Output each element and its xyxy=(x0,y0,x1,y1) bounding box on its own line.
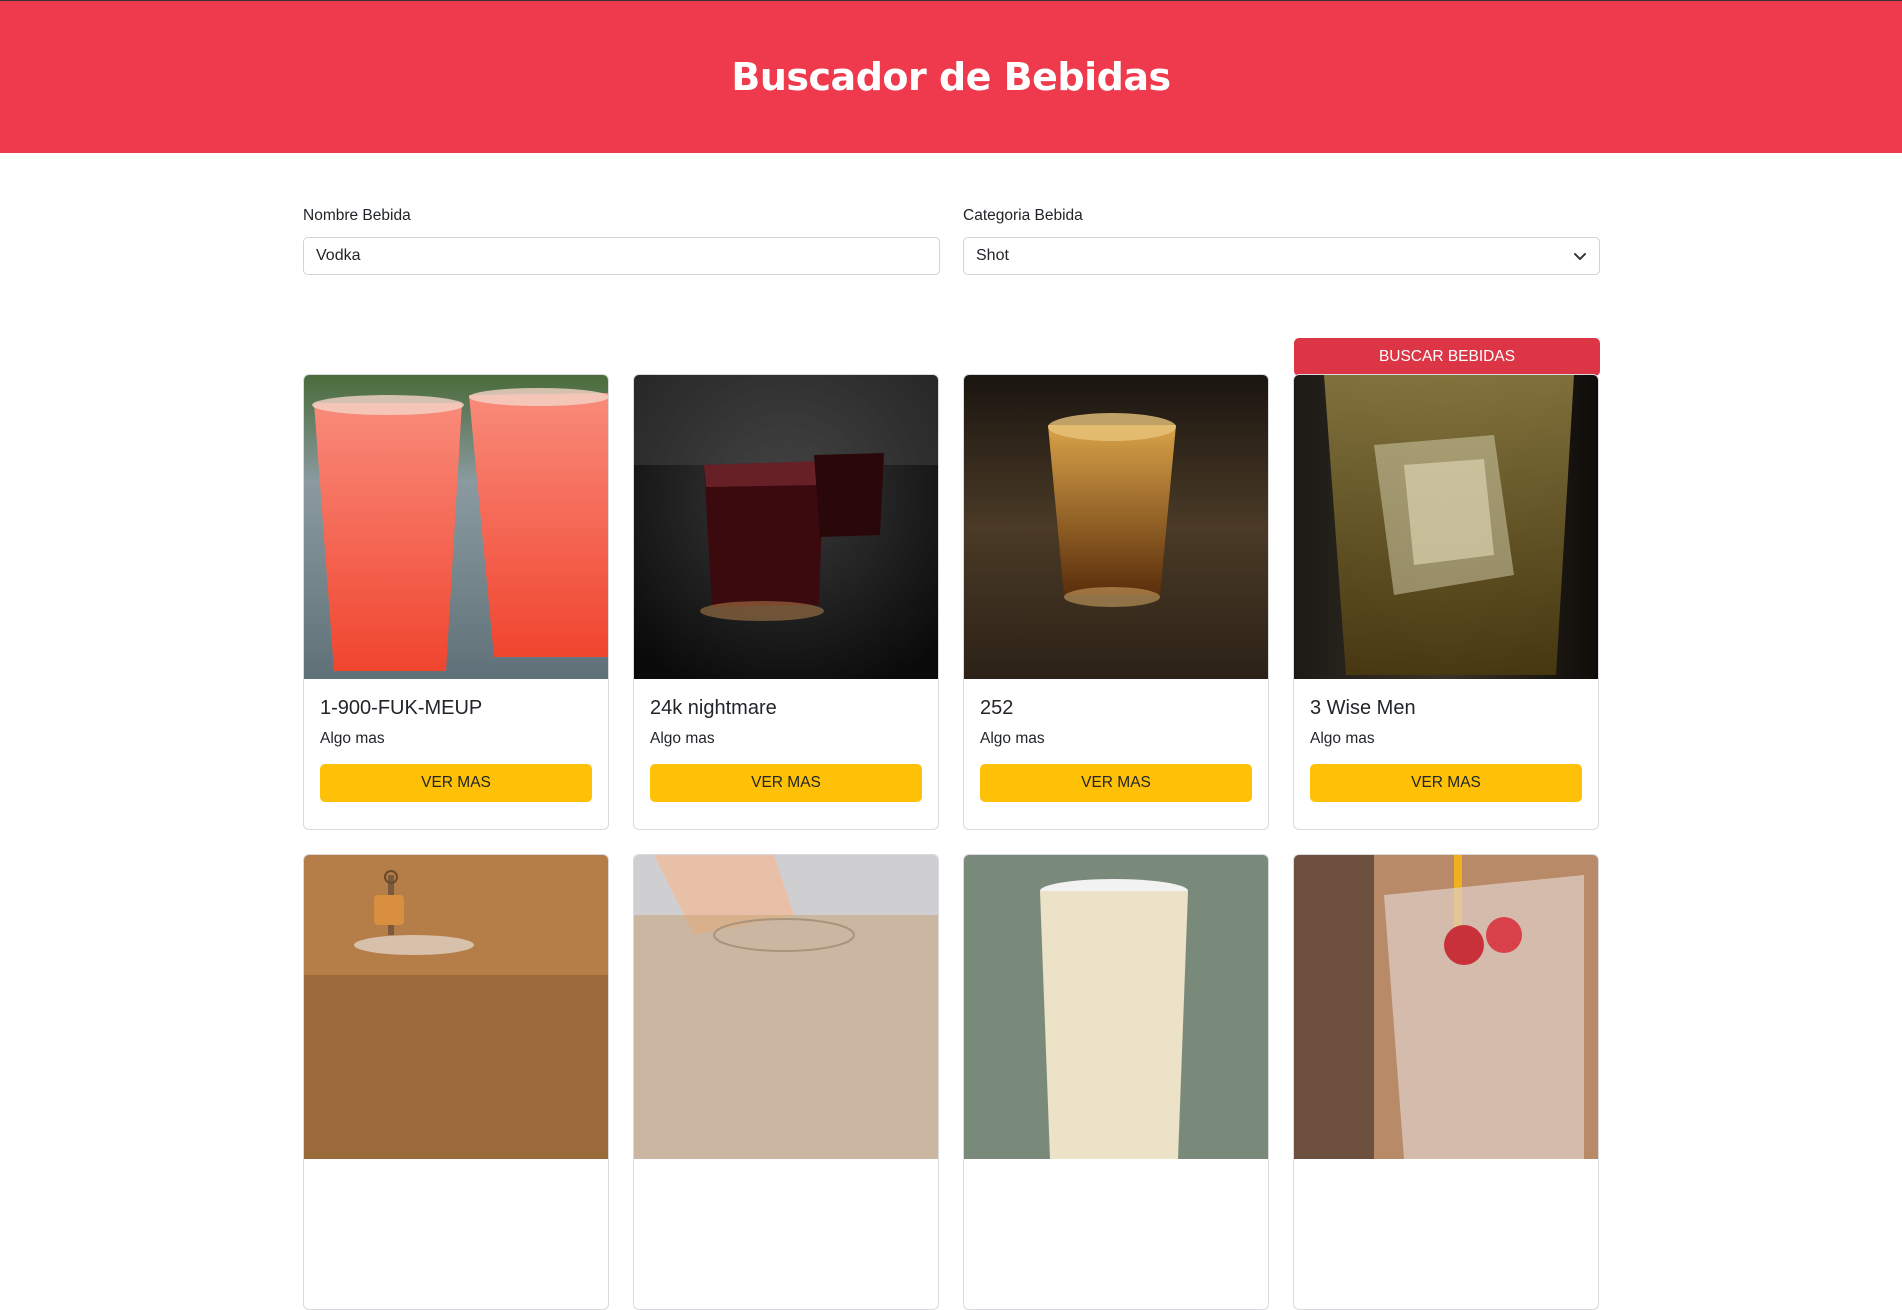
see-more-button[interactable]: VER MAS xyxy=(320,764,592,802)
drink-card xyxy=(633,854,939,1310)
page-header: Buscador de Bebidas xyxy=(0,0,1902,153)
see-more-button[interactable]: VER MAS xyxy=(650,764,922,802)
drink-image xyxy=(1294,375,1598,679)
drink-card: 1-900-FUK-MEUP Algo mas VER MAS xyxy=(303,374,609,830)
category-field-group: Categoria Bebida Shot xyxy=(963,204,1600,275)
drinks-grid: 1-900-FUK-MEUP Algo mas VER MAS 24k nigh… xyxy=(303,374,1600,1310)
drink-description: Algo mas xyxy=(650,730,715,747)
drink-image xyxy=(634,375,938,679)
drink-card: 3 Wise Men Algo mas VER MAS xyxy=(1293,374,1599,830)
name-label: Nombre Bebida xyxy=(303,207,411,224)
drink-name: 3 Wise Men xyxy=(1310,697,1416,719)
name-input[interactable] xyxy=(316,247,927,265)
drink-description: Algo mas xyxy=(980,730,1045,747)
drink-image xyxy=(304,375,608,679)
drink-image xyxy=(964,855,1268,1159)
drink-card: 252 Algo mas VER MAS xyxy=(963,374,1269,830)
drink-card xyxy=(963,854,1269,1310)
search-form: Nombre Bebida Categoria Bebida Shot BUSC… xyxy=(303,204,1600,376)
drink-image xyxy=(1294,855,1598,1159)
drink-card xyxy=(1293,854,1599,1310)
drink-name: 1-900-FUK-MEUP xyxy=(320,697,483,719)
drink-name: 252 xyxy=(980,697,1014,719)
card-body: 252 Algo mas VER MAS xyxy=(964,679,1268,802)
drink-image xyxy=(304,855,608,1159)
name-input-box[interactable] xyxy=(303,237,940,275)
drink-name: 24k nightmare xyxy=(650,697,777,719)
category-label: Categoria Bebida xyxy=(963,207,1083,224)
drink-description: Algo mas xyxy=(1310,730,1375,747)
drink-image xyxy=(634,855,938,1159)
drink-card: 24k nightmare Algo mas VER MAS xyxy=(633,374,939,830)
card-body: 24k nightmare Algo mas VER MAS xyxy=(634,679,938,802)
see-more-button[interactable]: VER MAS xyxy=(1310,764,1582,802)
category-select[interactable]: Shot xyxy=(963,237,1600,275)
drink-card xyxy=(303,854,609,1310)
drink-description: Algo mas xyxy=(320,730,385,747)
name-field-group: Nombre Bebida xyxy=(303,204,940,275)
search-drinks-button[interactable]: BUSCAR BEBIDAS xyxy=(1294,338,1600,376)
chevron-down-icon xyxy=(1573,249,1587,263)
page-title: Buscador de Bebidas xyxy=(731,55,1171,99)
card-body: 3 Wise Men Algo mas VER MAS xyxy=(1294,679,1598,802)
card-body: 1-900-FUK-MEUP Algo mas VER MAS xyxy=(304,679,608,802)
see-more-button[interactable]: VER MAS xyxy=(980,764,1252,802)
drink-image xyxy=(964,375,1268,679)
category-selected-value: Shot xyxy=(976,247,1009,264)
